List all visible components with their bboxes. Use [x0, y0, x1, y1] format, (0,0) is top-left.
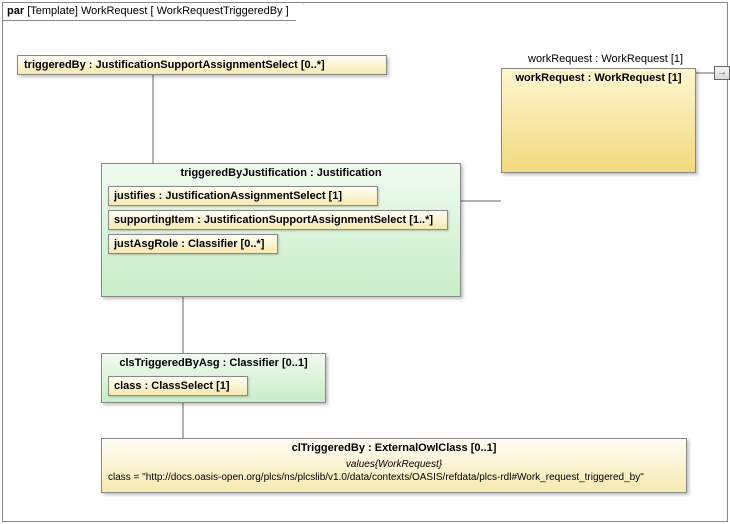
class-value-text: class = "http://docs.oasis-open.org/plcs… — [102, 470, 686, 485]
cls-triggered-by-asg-header: clsTriggeredByAsg : Classifier [0..1] — [102, 354, 325, 372]
frame-label: par [Template] WorkRequest [ WorkRequest… — [3, 3, 304, 21]
frame-name: WorkRequest — [81, 5, 147, 17]
triggered-by-header: triggeredBy : JustificationSupportAssign… — [18, 56, 386, 74]
frame-kind: par — [7, 5, 24, 17]
work-request-box[interactable]: workRequest : WorkRequest [1] — [501, 68, 696, 173]
parametric-frame: par [Template] WorkRequest [ WorkRequest… — [2, 2, 728, 522]
work-request-header: workRequest : WorkRequest [1] — [502, 69, 695, 87]
supporting-item-row[interactable]: supportingItem : JustificationSupportAss… — [108, 210, 448, 230]
cl-triggered-by-header: clTriggeredBy : ExternalOwlClass [0..1] — [102, 439, 686, 457]
just-asg-role-row[interactable]: justAsgRole : Classifier [0..*] — [108, 234, 278, 254]
cls-triggered-by-asg-box[interactable]: clsTriggeredByAsg : Classifier [0..1] cl… — [101, 353, 326, 403]
frame-context: [ WorkRequestTriggeredBy ] — [151, 5, 289, 17]
cl-triggered-by-box[interactable]: clTriggeredBy : ExternalOwlClass [0..1] … — [101, 438, 687, 493]
justification-header: triggeredByJustification : Justification — [102, 164, 460, 182]
values-label: values{WorkRequest} — [102, 457, 686, 470]
frame-stereotype: [Template] — [27, 5, 78, 17]
arrow-right-icon: → — [717, 67, 727, 78]
exit-port-icon[interactable]: → — [714, 66, 730, 80]
class-select-row[interactable]: class : ClassSelect [1] — [108, 376, 248, 396]
justifies-row[interactable]: justifies : JustificationAssignmentSelec… — [108, 186, 378, 206]
justification-box[interactable]: triggeredByJustification : Justification… — [101, 163, 461, 297]
triggered-by-box[interactable]: triggeredBy : JustificationSupportAssign… — [17, 55, 387, 75]
work-request-label: workRequest : WorkRequest [1] — [528, 53, 683, 65]
